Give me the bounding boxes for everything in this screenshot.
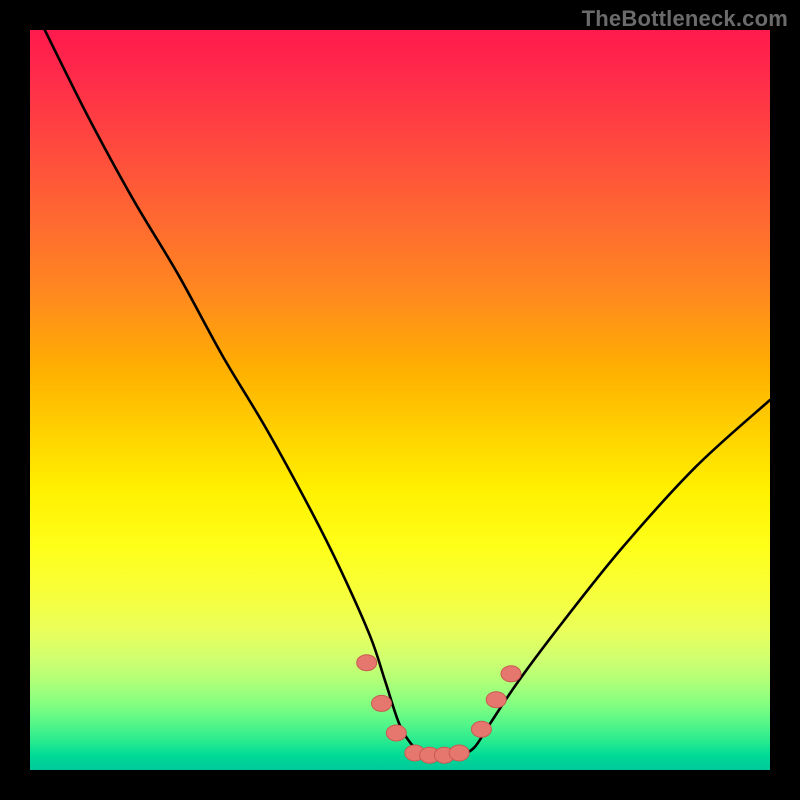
curve-marker [471, 721, 491, 737]
curve-marker [486, 692, 506, 708]
curve-marker [501, 666, 521, 682]
curve-marker [372, 695, 392, 711]
curve-marker [386, 725, 406, 741]
attribution-text: TheBottleneck.com [582, 6, 788, 32]
bottleneck-curve [45, 30, 770, 756]
chart-svg [30, 30, 770, 770]
chart-frame: TheBottleneck.com [0, 0, 800, 800]
curve-marker [449, 745, 469, 761]
curve-marker [357, 655, 377, 671]
chart-plot-area [30, 30, 770, 770]
